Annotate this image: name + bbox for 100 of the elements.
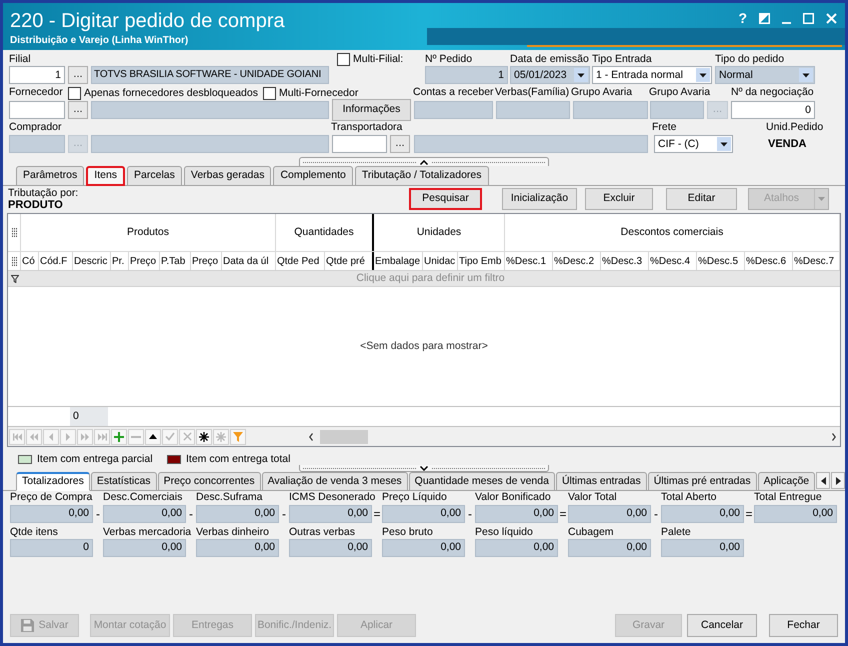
checkbox[interactable] — [337, 53, 350, 66]
taxation-label: Tributação por: — [8, 186, 80, 198]
total-field: 0,00 — [754, 505, 837, 523]
asterisk-icon — [199, 432, 209, 442]
scroll-thumb[interactable] — [320, 430, 368, 444]
chevron-down-icon — [420, 466, 428, 470]
tab[interactable]: Tributação / Totalizadores — [354, 166, 488, 186]
lookup-button[interactable]: ... — [68, 66, 88, 84]
splitter-handle[interactable] — [299, 465, 549, 472]
checkbox[interactable] — [68, 86, 81, 100]
operator-sign: = — [745, 508, 752, 520]
x-icon — [182, 432, 192, 441]
band-header: Quantidades — [294, 224, 354, 240]
field-label: Frete — [652, 120, 677, 133]
field-label: Preço de Compra — [10, 491, 92, 504]
operator-sign: - — [654, 508, 658, 520]
field-label: Palete — [661, 526, 691, 538]
tab[interactable]: Preço concorrentes — [158, 472, 261, 491]
asterisk-icon — [216, 432, 226, 442]
navigator-button[interactable] — [145, 428, 161, 444]
half-filled-square-icon[interactable] — [759, 12, 770, 24]
left-triangle-icon — [49, 432, 53, 440]
field-label: ICMS Desonerado — [289, 491, 376, 504]
input-field[interactable] — [332, 135, 387, 153]
total-field: 0,00 — [103, 539, 186, 557]
tab[interactable]: Avaliação de venda 3 meses — [262, 472, 408, 491]
input-field[interactable]: 0 — [731, 101, 815, 119]
check-icon — [165, 432, 175, 441]
total-field: 0,00 — [10, 505, 93, 523]
footer-button[interactable]: Cancelar — [687, 614, 757, 637]
total-field: 0,00 — [289, 539, 372, 557]
unit-value: VENDA — [768, 136, 807, 152]
toolbar-button[interactable]: Excluir — [585, 188, 653, 210]
lookup-button[interactable]: ... — [68, 101, 88, 119]
field-label: Verbas mercadoria — [103, 526, 192, 538]
toolbar-button[interactable]: Inicialização — [502, 188, 577, 210]
field-label: Desc.Comerciais — [103, 491, 182, 504]
legend-label: Item com entrega total — [186, 453, 290, 465]
lookup-button[interactable]: ... — [390, 135, 410, 153]
tab[interactable]: Estatísticas — [90, 472, 157, 491]
operator-sign: = — [373, 508, 380, 520]
field-label: Outras verbas — [289, 526, 355, 538]
operator-sign: = — [559, 508, 566, 520]
left-triangle-icon — [820, 476, 826, 484]
field-label: Unid.Pedido — [766, 120, 824, 133]
tab[interactable]: Últimas entradas — [556, 472, 647, 491]
input-field[interactable]: 1 — [9, 66, 65, 84]
maximize-icon[interactable] — [803, 12, 814, 24]
tab[interactable]: Aplicaçõe — [758, 472, 816, 491]
total-field: 0,00 — [568, 505, 651, 523]
field-label: Filial — [9, 52, 31, 65]
checkbox-label: Multi-Fornecedor — [279, 86, 358, 100]
plus-icon — [114, 432, 124, 442]
field-label: Transportadora — [331, 120, 402, 133]
footer-button[interactable]: Fechar — [769, 614, 838, 637]
information-button[interactable]: Informações — [332, 99, 411, 121]
field-label: Preço Líquido — [382, 491, 447, 504]
right-triangle-icon — [836, 476, 841, 484]
skip-back-icon — [12, 432, 22, 440]
field-label: Nº da negociação — [731, 86, 814, 98]
toolbar-button[interactable]: Pesquisar — [409, 188, 482, 210]
minimize-icon[interactable] — [782, 22, 791, 24]
field-label: Total Entregue — [754, 491, 822, 504]
dropdown-field[interactable]: 1 - Entrada normal — [592, 66, 712, 84]
field-label: Grupo Avaria — [571, 86, 632, 98]
filter-icon — [10, 274, 18, 282]
minus-icon — [131, 436, 141, 438]
total-field: 0 — [10, 539, 93, 557]
field-label: Data de emissão — [510, 52, 589, 65]
tab[interactable]: Últimas pré entradas — [648, 472, 757, 491]
tab-scroll-button[interactable] — [816, 472, 830, 489]
tab[interactable]: Quantidade meses de venda — [408, 472, 555, 491]
band-header: Descontos comerciais — [620, 224, 724, 240]
total-field: 0,00 — [568, 539, 651, 557]
field-label: Peso bruto — [382, 526, 433, 538]
navigator-button[interactable] — [196, 428, 212, 444]
splitter-handle[interactable] — [299, 157, 549, 166]
toolbar-button[interactable]: Editar — [666, 188, 737, 210]
tab[interactable]: Parâmetros — [16, 166, 84, 186]
tab[interactable]: Totalizadores — [16, 472, 90, 491]
tab[interactable]: Parcelas — [127, 166, 182, 186]
field-label: Peso líquido — [475, 526, 533, 538]
tab[interactable]: Verbas geradas — [184, 166, 272, 186]
double-right-icon — [81, 432, 89, 440]
tab[interactable]: Itens — [86, 166, 126, 186]
tab-scroll-button[interactable] — [831, 472, 846, 489]
total-field: 0,00 — [661, 505, 744, 523]
tab[interactable]: Complemento — [273, 166, 353, 186]
close-icon[interactable] — [826, 12, 837, 24]
field-label: Verbas dinheiro — [196, 526, 269, 538]
total-field: 0,00 — [289, 505, 372, 523]
operator-sign: - — [189, 508, 193, 520]
total-field: 0,00 — [661, 539, 744, 557]
field-label: Tipo Entrada — [592, 52, 652, 65]
field-label: Verbas(Família) — [495, 86, 570, 98]
scroll-right-icon — [832, 432, 836, 440]
checkbox[interactable] — [263, 86, 276, 100]
dropdown-field[interactable]: CIF - (C) — [654, 135, 733, 153]
input-field[interactable] — [9, 101, 65, 119]
help-button[interactable]: ? — [738, 10, 747, 26]
